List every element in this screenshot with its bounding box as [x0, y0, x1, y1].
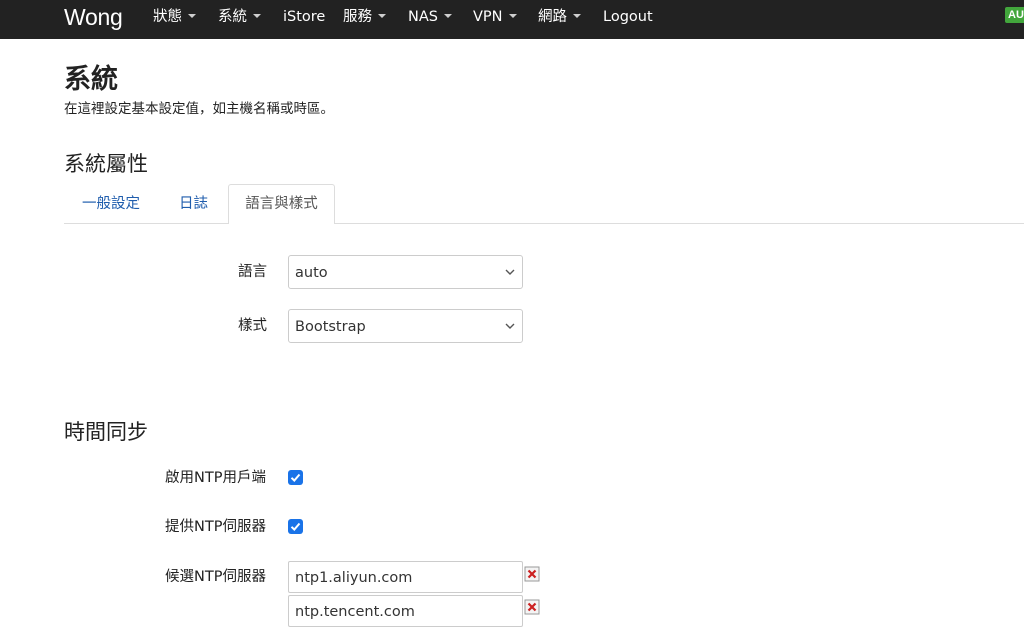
language-label: 語言 [238, 264, 267, 280]
tab-language-and-style[interactable]: 語言與樣式 [228, 184, 335, 224]
theme-label: 樣式 [238, 318, 267, 334]
checkmark-icon [290, 522, 301, 531]
tabs-divider [64, 223, 1024, 224]
tab-logging[interactable]: 日誌 [179, 195, 208, 213]
language-select-value: auto [295, 265, 328, 281]
caret-down-icon [188, 14, 196, 18]
chevron-down-icon [505, 323, 515, 329]
caret-down-icon [573, 14, 581, 18]
tab-general-settings[interactable]: 一般設定 [82, 195, 140, 213]
section-title-timesync: 時間同步 [64, 420, 148, 444]
ntp-server-checkbox[interactable] [288, 519, 303, 534]
nav-vpn-label: VPN [473, 9, 503, 25]
nav-network-menu[interactable]: 網路 [538, 9, 581, 25]
ntp-client-label: 啟用NTP用戶端 [165, 470, 266, 486]
checkmark-icon [290, 473, 301, 482]
nav-services-menu[interactable]: 服務 [343, 9, 386, 25]
language-select[interactable]: auto [288, 255, 523, 289]
nav-network-label: 網路 [538, 9, 567, 25]
section-title-properties: 系統屬性 [64, 152, 148, 176]
ntp-server-label: 提供NTP伺服器 [165, 519, 266, 535]
page-title: 系統 [64, 64, 118, 95]
caret-down-icon [378, 14, 386, 18]
nav-nas-label: NAS [408, 9, 438, 25]
remove-server-icon[interactable] [524, 566, 540, 582]
nav-istore-label: iStore [283, 9, 326, 25]
theme-select-value: Bootstrap [295, 319, 366, 335]
nav-system-menu[interactable]: 系統 [218, 9, 261, 25]
auto-refresh-badge[interactable]: AUTO [1005, 7, 1024, 23]
theme-select[interactable]: Bootstrap [288, 309, 523, 343]
caret-down-icon [253, 14, 261, 18]
remove-server-icon[interactable] [524, 599, 540, 615]
ntp-client-checkbox[interactable] [288, 470, 303, 485]
nav-services-label: 服務 [343, 9, 372, 25]
brand-logo[interactable]: Wong [64, 3, 123, 31]
caret-down-icon [443, 14, 452, 18]
ntp-server-input[interactable]: ntp1.aliyun.com [288, 561, 523, 593]
nav-logout-link[interactable]: Logout [603, 9, 653, 25]
page-description: 在這裡設定基本設定值，如主機名稱或時區。 [64, 101, 334, 117]
nav-nas-menu[interactable]: NAS [408, 9, 452, 25]
nav-istore-link[interactable]: iStore [283, 9, 325, 25]
caret-down-icon [508, 14, 517, 18]
ntp-server-input-value: ntp1.aliyun.com [295, 570, 413, 586]
top-navbar: Wong 狀態 系統 iStore 服務 NAS VPN 網路 Logout A… [0, 0, 1024, 39]
nav-logout-label: Logout [603, 9, 653, 25]
ntp-candidates-label: 候選NTP伺服器 [165, 569, 266, 585]
nav-status-label: 狀態 [153, 9, 182, 25]
ntp-server-input[interactable]: ntp.tencent.com [288, 595, 523, 627]
nav-vpn-menu[interactable]: VPN [473, 9, 517, 25]
nav-system-label: 系統 [218, 9, 247, 25]
ntp-server-input-value: ntp.tencent.com [295, 604, 415, 620]
nav-status-menu[interactable]: 狀態 [153, 9, 196, 25]
chevron-down-icon [505, 269, 515, 275]
